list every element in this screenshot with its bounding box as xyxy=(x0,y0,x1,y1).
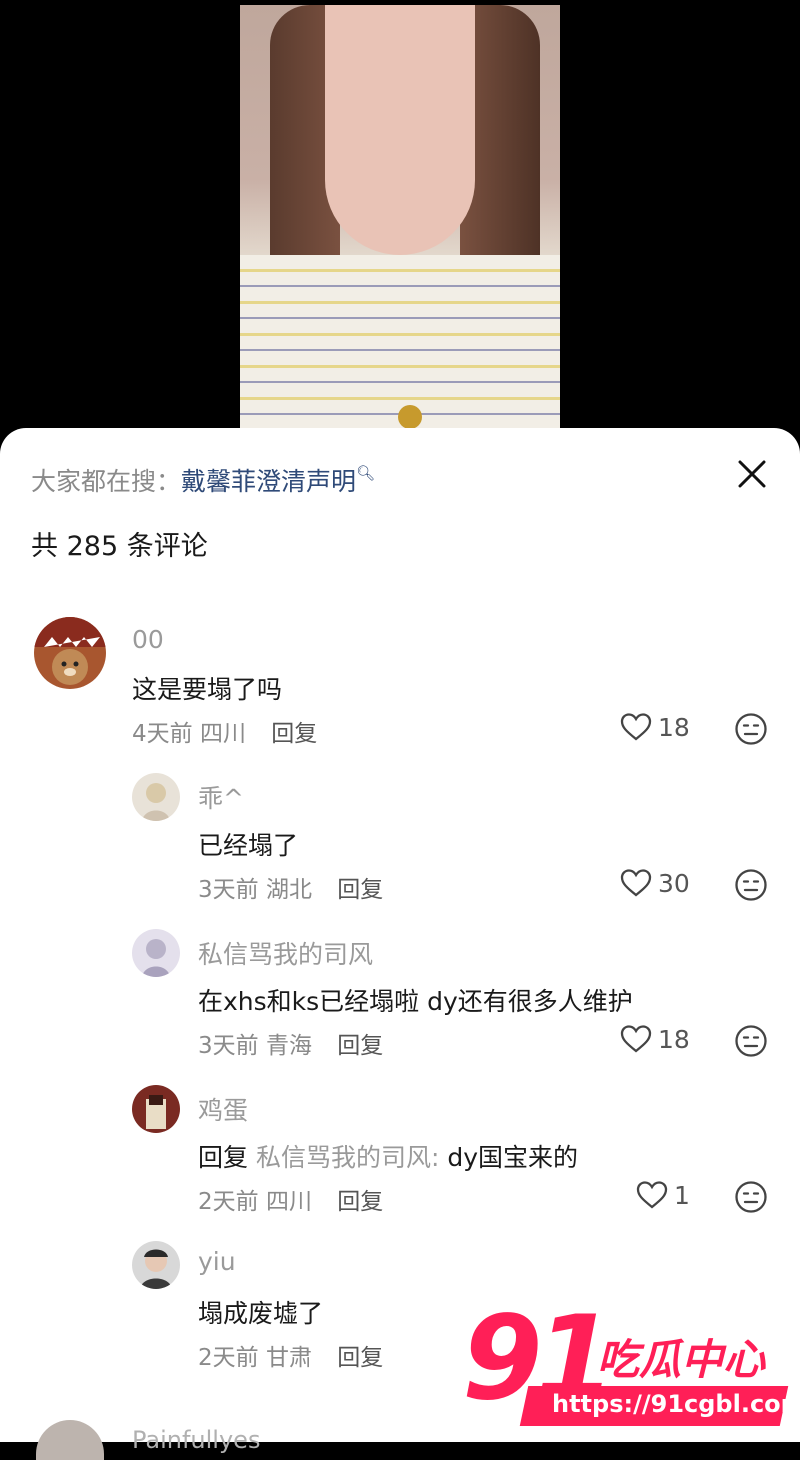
heart-icon xyxy=(620,869,652,897)
comment-location: 四川 xyxy=(199,721,246,747)
video-player[interactable] xyxy=(0,0,800,440)
dislike-face-icon[interactable] xyxy=(734,712,768,746)
face xyxy=(325,5,475,255)
comment-time: 2天前 xyxy=(198,1189,259,1215)
comment-location: 湖北 xyxy=(265,877,312,903)
like-button[interactable]: 1 xyxy=(636,1180,690,1210)
close-icon[interactable] xyxy=(734,456,770,492)
comment-text: 已经塌了 xyxy=(198,831,299,860)
like-count: 1 xyxy=(674,1180,690,1210)
comment-meta: 2天前 四川 回复 xyxy=(198,1182,383,1216)
comment-text: 这是要塌了吗 xyxy=(132,675,283,704)
comment-count: 共 285 条评论 xyxy=(31,531,208,562)
comment-meta: 3天前 青海 回复 xyxy=(198,1026,383,1060)
video-frame xyxy=(240,5,560,440)
comment-text: 塌成废墟了 xyxy=(198,1299,324,1328)
comment-time: 2天前 xyxy=(198,1345,259,1371)
like-count: 18 xyxy=(658,712,690,742)
avatar[interactable] xyxy=(132,1085,180,1133)
avatar[interactable] xyxy=(132,1241,180,1289)
comment-time: 4天前 xyxy=(132,721,193,747)
reply-button[interactable]: 回复 xyxy=(271,721,317,747)
like-button[interactable]: 18 xyxy=(620,1024,690,1054)
like-button[interactable]: 18 xyxy=(620,712,690,742)
heart-icon xyxy=(620,713,652,741)
watermark-name: 吃瓜中心 xyxy=(597,1335,766,1384)
comment-meta: 4天前 四川 回复 xyxy=(132,714,317,748)
comment-username[interactable]: 鸡蛋 xyxy=(198,1091,248,1127)
comment-meta: 3天前 湖北 回复 xyxy=(198,870,383,904)
reply-text: dy国宝来的 xyxy=(447,1143,579,1172)
heart-icon xyxy=(636,1181,668,1209)
dislike-face-icon[interactable] xyxy=(734,868,768,902)
comment-location: 甘肃 xyxy=(265,1345,312,1371)
reply-button[interactable]: 回复 xyxy=(337,1033,383,1059)
reply-button[interactable]: 回复 xyxy=(337,1345,383,1371)
comment-username[interactable]: yiu xyxy=(198,1247,236,1276)
avatar[interactable] xyxy=(132,773,180,821)
reply-button[interactable]: 回复 xyxy=(337,1189,383,1215)
comment-location: 青海 xyxy=(265,1033,312,1059)
comment-sheet xyxy=(0,428,800,1442)
like-button[interactable]: 30 xyxy=(620,868,690,898)
comment-time: 3天前 xyxy=(198,1033,259,1059)
trending-search-prefix: 大家都在搜： xyxy=(31,467,182,496)
watermark-url: https://91cgbl.com xyxy=(552,1390,800,1418)
avatar[interactable] xyxy=(132,929,180,977)
pendant xyxy=(398,405,422,429)
trending-search-term[interactable]: 戴馨菲澄清声明 xyxy=(181,467,356,496)
search-icon: 🔍︎ xyxy=(356,464,376,482)
like-count: 30 xyxy=(658,868,690,898)
comment-username[interactable]: Painfullyes xyxy=(132,1426,260,1454)
comment-time: 3天前 xyxy=(198,877,259,903)
comment-meta: 2天前 甘肃 回复 xyxy=(198,1338,383,1372)
comment-text: 回复 私信骂我的司风: dy国宝来的 xyxy=(198,1138,578,1174)
comment-username[interactable]: 乖^ xyxy=(198,779,244,815)
reply-target-username[interactable]: 私信骂我的司风: xyxy=(256,1143,439,1172)
heart-icon xyxy=(620,1025,652,1053)
comment-location: 四川 xyxy=(265,1189,312,1215)
dislike-face-icon[interactable] xyxy=(734,1180,768,1214)
watermark-logo: 91 吃瓜中心 https://91cgbl.com xyxy=(462,1300,800,1442)
like-count: 18 xyxy=(658,1024,690,1054)
trending-search[interactable]: 大家都在搜：戴馨菲澄清声明🔍︎ xyxy=(31,462,375,498)
comment-text: 在xhs和ks已经塌啦 dy还有很多人维护 xyxy=(198,987,633,1016)
reply-button[interactable]: 回复 xyxy=(337,877,383,903)
comment-username[interactable]: 私信骂我的司风 xyxy=(198,935,373,971)
dislike-face-icon[interactable] xyxy=(734,1024,768,1058)
comment-username[interactable]: 00 xyxy=(132,625,164,654)
avatar[interactable] xyxy=(34,617,106,689)
reply-prefix: 回复 xyxy=(198,1143,249,1172)
